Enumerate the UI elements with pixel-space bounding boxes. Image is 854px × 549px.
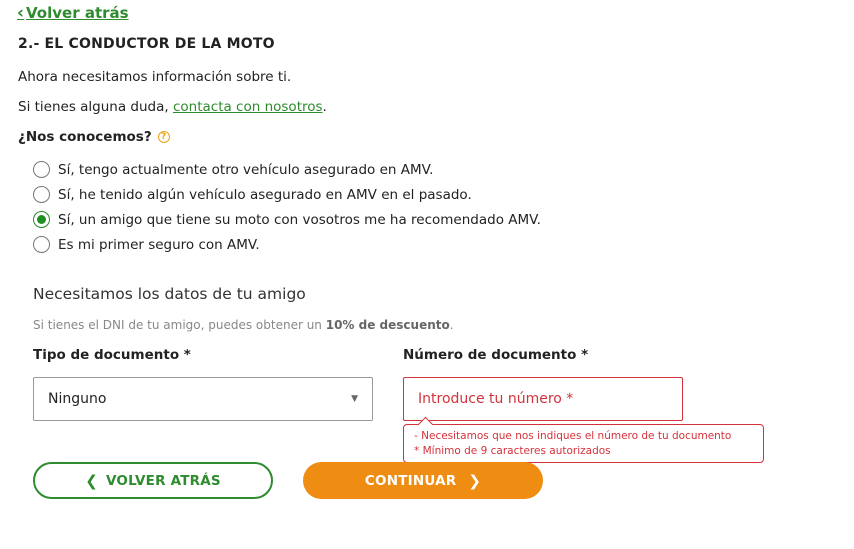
radio-option-past-vehicle[interactable]: Sí, he tenido algún vehículo asegurado e…	[33, 182, 541, 207]
radio-label: Sí, tengo actualmente otro vehículo aseg…	[58, 161, 434, 178]
discount-hint: Si tienes el DNI de tu amigo, puedes obt…	[33, 318, 454, 332]
radio-label: Es mi primer seguro con AMV.	[58, 236, 260, 253]
radio-button-checked[interactable]	[33, 211, 50, 228]
doc-type-select[interactable]: Ninguno ▼	[33, 377, 373, 421]
doc-number-label: Número de documento *	[403, 347, 589, 363]
back-link[interactable]: ‹ Volver atrás	[17, 4, 129, 22]
chevron-left-icon: ‹	[17, 2, 25, 23]
radio-option-current-vehicle[interactable]: Sí, tengo actualmente otro vehículo aseg…	[33, 157, 541, 182]
radio-option-first-insurance[interactable]: Es mi primer seguro con AMV.	[33, 232, 541, 257]
back-link-label: Volver atrás	[26, 4, 129, 22]
chevron-left-icon: ❮	[85, 471, 98, 490]
radio-button[interactable]	[33, 186, 50, 203]
hint-prefix: Si tienes el DNI de tu amigo, puedes obt…	[33, 318, 326, 332]
radio-label: Sí, un amigo que tiene su moto con vosot…	[58, 211, 541, 228]
chevron-right-icon: ❯	[468, 471, 482, 490]
error-tooltip: - Necesitamos que nos indiques el número…	[403, 424, 764, 463]
radio-group: Sí, tengo actualmente otro vehículo aseg…	[33, 157, 541, 257]
intro-text: Ahora necesitamos información sobre ti.	[18, 69, 292, 85]
question-label: ¿Nos conocemos? ?	[18, 129, 170, 145]
doc-type-value: Ninguno	[48, 391, 107, 407]
help-text: Si tienes alguna duda, contacta con noso…	[18, 99, 327, 115]
doc-number-input[interactable]	[403, 377, 683, 421]
continue-button-label: CONTINUAR	[364, 472, 457, 489]
question-text: ¿Nos conocemos?	[18, 129, 152, 145]
help-text-prefix: Si tienes alguna duda,	[18, 99, 173, 115]
friend-section-title: Necesitamos los datos de tu amigo	[33, 285, 306, 303]
hint-suffix: .	[449, 318, 454, 332]
radio-label: Sí, he tenido algún vehículo asegurado e…	[58, 186, 472, 203]
hint-discount: 10% de descuento	[325, 318, 450, 332]
question-circle-icon[interactable]: ?	[157, 131, 170, 143]
radio-button[interactable]	[33, 236, 50, 253]
back-button-label: VOLVER ATRÁS	[106, 472, 221, 489]
continue-button[interactable]: CONTINUAR ❯	[303, 462, 543, 499]
radio-button[interactable]	[33, 161, 50, 178]
back-button[interactable]: ❮ VOLVER ATRÁS	[33, 462, 273, 499]
section-title: 2.- EL CONDUCTOR DE LA MOTO	[18, 36, 275, 52]
error-message: - Necesitamos que nos indiques el número…	[414, 430, 732, 442]
contact-link[interactable]: contacta con nosotros	[173, 99, 323, 115]
doc-type-label: Tipo de documento *	[33, 347, 191, 363]
help-text-suffix: .	[322, 99, 327, 115]
error-message: * Mínimo de 9 caracteres autorizados	[414, 445, 611, 457]
radio-option-friend-referral[interactable]: Sí, un amigo que tiene su moto con vosot…	[33, 207, 541, 232]
caret-down-icon: ▼	[351, 394, 358, 404]
